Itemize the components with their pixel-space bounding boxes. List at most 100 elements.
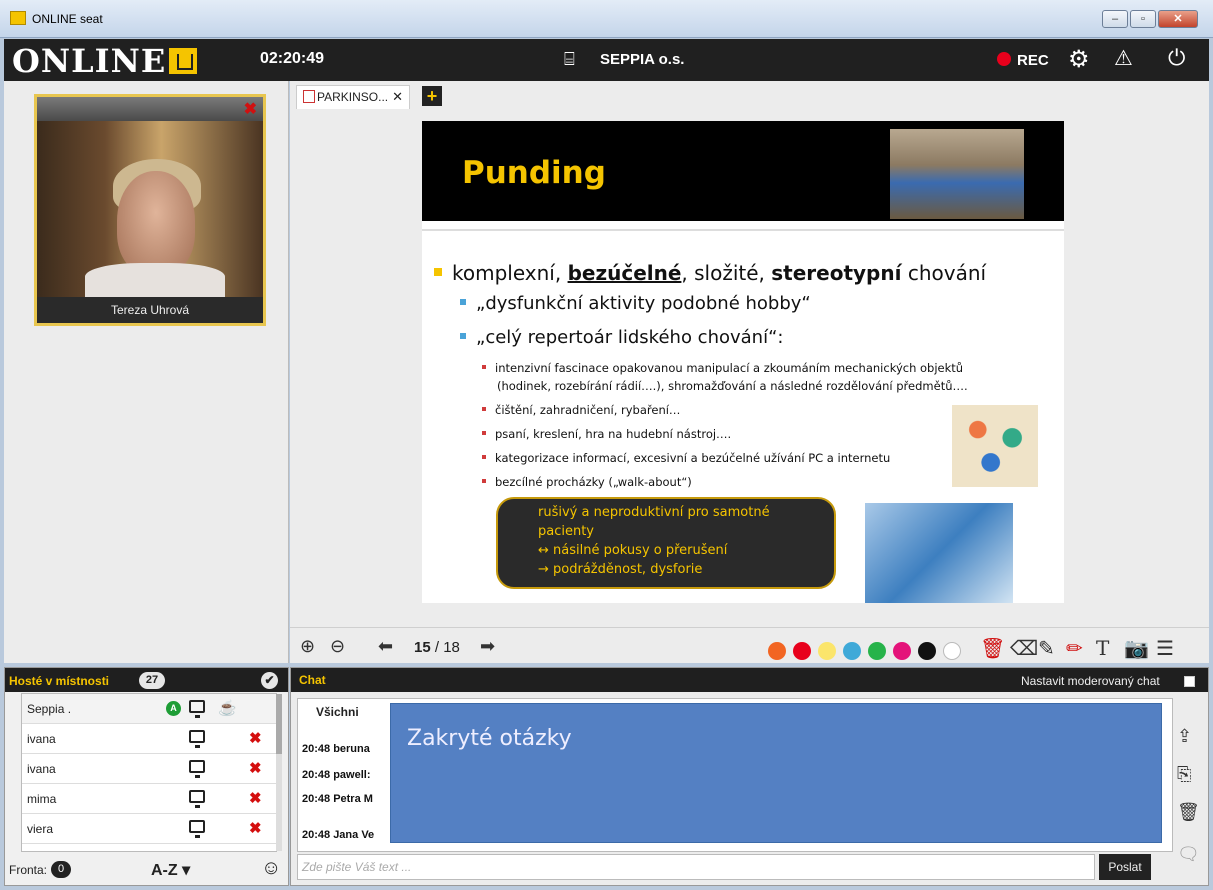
remove-guest-icon[interactable]: ✖ [249, 814, 262, 844]
remove-guest-icon[interactable]: ✖ [249, 784, 262, 814]
close-video-icon[interactable]: ✖ [244, 99, 257, 119]
guest-name: mima [27, 792, 57, 806]
settings-gear-icon[interactable]: ⚙ [1068, 45, 1090, 74]
color-red[interactable] [793, 642, 811, 660]
webcam-person-shirt [85, 263, 225, 297]
bead-box-photo [865, 503, 1013, 603]
record-dot-icon[interactable] [997, 52, 1011, 66]
classroom-icon: ⌸ [564, 49, 575, 69]
guests-table: Seppia . A ☕ ivana ✖ ivana ✖ mima ✖ vier… [21, 693, 282, 852]
pencil-icon[interactable]: ✎ [1038, 636, 1055, 661]
hidden-questions-overlay: Zakryté otázky [390, 703, 1162, 843]
monitor-icon[interactable] [189, 760, 205, 778]
chat-panel: Chat Nastavit moderovaný chat Všichni 20… [290, 667, 1209, 886]
menu-icon[interactable]: ☰ [1156, 636, 1174, 661]
check-icon[interactable]: ✔ [261, 672, 278, 689]
guests-footer: Fronta: 0 A-Z ▾ ☺ [5, 853, 288, 886]
chat-message: 20:48 pawell: [302, 769, 371, 781]
guest-row[interactable]: viera ✖ [22, 814, 276, 844]
zoom-out-icon[interactable]: ⊖ [330, 636, 345, 657]
document-tab[interactable]: PARKINSO... ✕ [296, 85, 411, 109]
chat-header: Chat Nastavit moderovaný chat [291, 668, 1208, 692]
callout-box: rušivý a neproduktivní pro samotné pacie… [496, 497, 836, 589]
record-button[interactable]: REC [1017, 52, 1049, 69]
pdf-icon [303, 90, 315, 103]
session-clock: 02:20:49 [260, 50, 325, 67]
maximize-button[interactable]: ▫ [1130, 10, 1156, 28]
pen-icon[interactable]: ✏ [1066, 636, 1083, 661]
send-button[interactable]: Poslat [1099, 854, 1151, 880]
next-page-arrow-icon[interactable]: ➡ [480, 636, 495, 657]
guest-name: viera [27, 822, 54, 836]
zoom-in-icon[interactable]: ⊕ [300, 636, 315, 657]
color-green[interactable] [868, 642, 886, 660]
monitor-icon[interactable] [189, 730, 205, 748]
presentation-panel: PARKINSO... ✕ + Punding komplexní, bezúče… [290, 81, 1209, 663]
app-header: ONLINE 02:20:49 ⌸ SEPPIA o.s. REC ⚙ ⚠ ⏻ [4, 39, 1209, 81]
color-orange[interactable] [768, 642, 786, 660]
chat-title: Chat [299, 673, 326, 687]
overlay-text: Zakryté otázky [407, 726, 572, 751]
guests-header: Hosté v místnosti 27 ✔ [5, 668, 288, 692]
speech-icon[interactable]: 🗨 [1177, 844, 1200, 865]
color-black[interactable] [918, 642, 936, 660]
upload-icon[interactable]: ⇪ [1177, 726, 1192, 747]
remove-guest-icon[interactable]: ✖ [249, 754, 262, 784]
beads-photo [952, 405, 1038, 487]
power-icon[interactable]: ⏻ [1168, 45, 1185, 71]
color-light-blue[interactable] [843, 642, 861, 660]
online-logo: ONLINE [12, 42, 198, 80]
add-tab-button[interactable]: + [422, 86, 442, 106]
smiley-icon[interactable]: ☺ [261, 857, 281, 880]
chat-messages: Všichni 20:48 beruna 20:48 pawell: 20:48… [297, 698, 1173, 852]
guests-scrollbar[interactable] [276, 694, 282, 851]
copy-icon[interactable]: ⎘ [1177, 764, 1191, 785]
callout-line: rušivý a neproduktivní pro samotné [538, 505, 770, 520]
eraser-icon[interactable]: ⌫ [1010, 636, 1038, 661]
chat-message: 20:48 beruna [302, 743, 370, 755]
coffee-icon[interactable]: ☕ [218, 694, 237, 724]
video-tile[interactable]: ✖ Tereza Uhrová [34, 94, 266, 326]
guest-row[interactable]: Seppia . A ☕ [22, 694, 276, 724]
callout-line: → podrážděnost, dysforie [538, 562, 703, 577]
bullet-item-continued: (hodinek, rozebírání rádií….), shromažďo… [497, 379, 968, 393]
guest-row[interactable]: ivana ✖ [22, 724, 276, 754]
color-yellow[interactable] [818, 642, 836, 660]
bullet-item: čištění, zahradničení, rybaření… [482, 401, 680, 419]
scrollbar-thumb[interactable] [276, 694, 282, 754]
bullet-main: komplexní, bezúčelné, složité, stereotyp… [434, 261, 986, 285]
guest-row[interactable]: ivana ✖ [22, 754, 276, 784]
window-title: ONLINE seat [32, 12, 103, 26]
close-tab-icon[interactable]: ✕ [392, 89, 403, 104]
remove-guest-icon[interactable]: ✖ [249, 724, 262, 754]
window-titlebar: ONLINE seat – ▫ ✕ [0, 0, 1213, 38]
trash-chat-icon[interactable]: 🗑 [1177, 802, 1200, 823]
guests-title: Hosté v místnosti [9, 674, 110, 688]
camera-icon[interactable]: 📷 [1124, 636, 1149, 661]
close-window-button[interactable]: ✕ [1158, 10, 1198, 28]
trash-icon[interactable]: 🗑 [980, 636, 1005, 661]
sort-dropdown[interactable]: A-Z ▾ [151, 860, 190, 880]
text-tool-icon[interactable]: T [1096, 636, 1109, 660]
bullet-item: psaní, kreslení, hra na hudební nástroj…… [482, 425, 731, 443]
slide-title: Punding [462, 155, 606, 191]
monitor-icon[interactable] [189, 820, 205, 838]
presentation-toolbar: ⊕ ⊖ ⬅ 15 / 18 ➡ 🗑 ⌫ ✎ ✏ T 📷 ☰ [290, 627, 1209, 663]
organization-name: SEPPIA o.s. [600, 51, 685, 68]
moderated-chat-checkbox[interactable] [1184, 676, 1195, 687]
tools-photo [890, 129, 1024, 219]
monitor-icon[interactable] [189, 790, 205, 808]
color-magenta[interactable] [893, 642, 911, 660]
chat-tab-all[interactable]: Všichni [316, 705, 359, 719]
chat-input[interactable]: Zde pište Váš text ... [297, 854, 1095, 880]
warning-icon[interactable]: ⚠ [1114, 46, 1133, 71]
minimize-button[interactable]: – [1102, 10, 1128, 28]
guest-name: ivana [27, 762, 56, 776]
guest-row[interactable]: mima ✖ [22, 784, 276, 814]
chat-message: 20:48 Petra M [302, 793, 373, 805]
monitor-icon[interactable] [189, 700, 205, 718]
bullet-sub-1: „dysfunkční aktivity podobné hobby“ [460, 293, 811, 314]
prev-page-arrow-icon[interactable]: ⬅ [378, 636, 393, 657]
color-white[interactable] [943, 642, 961, 660]
admin-badge-icon: A [166, 701, 181, 716]
